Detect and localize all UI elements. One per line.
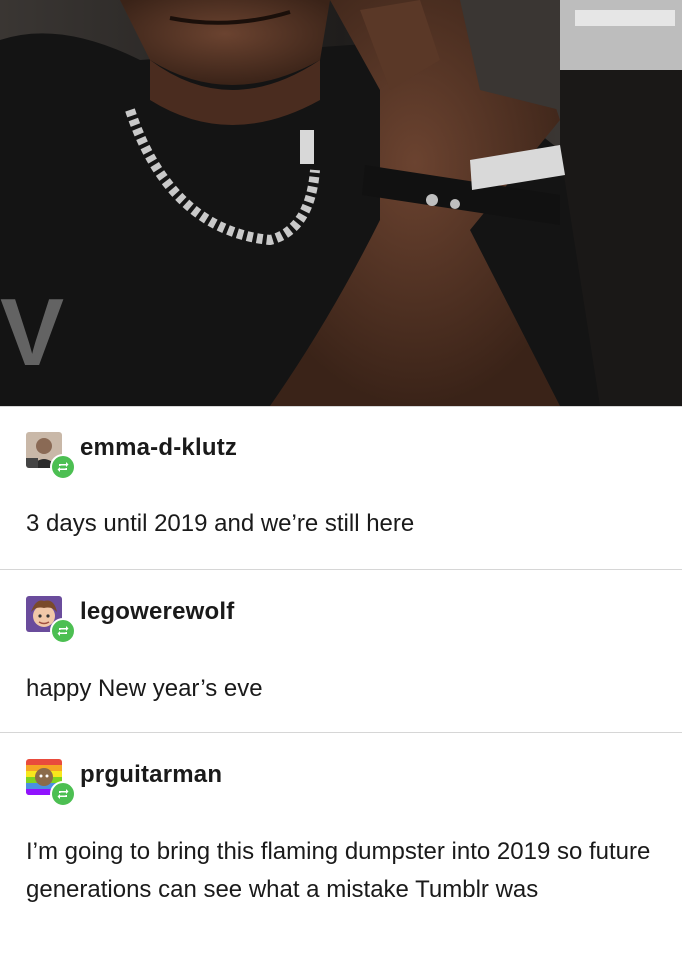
reblog-icon — [50, 781, 76, 807]
username[interactable]: prguitarman — [80, 761, 222, 789]
post-text: happy New year’s eve — [26, 675, 263, 702]
reblog-icon — [50, 454, 76, 480]
avatar[interactable] — [26, 759, 76, 807]
divider — [0, 732, 682, 733]
divider — [0, 406, 682, 407]
post-header-1: emma-d-klutz — [26, 432, 237, 480]
watermark-letter: V — [0, 279, 64, 386]
reblog-icon — [50, 618, 76, 644]
username[interactable]: legowerewolf — [80, 598, 234, 626]
post-header-2: legowerewolf — [26, 596, 234, 644]
post-photo: V — [0, 0, 682, 406]
username[interactable]: emma-d-klutz — [80, 434, 237, 462]
post-text: I’m going to bring this flaming dumpster… — [26, 838, 651, 903]
divider — [0, 569, 682, 570]
avatar[interactable] — [26, 432, 76, 480]
avatar[interactable] — [26, 596, 76, 644]
post-text: 3 days until 2019 and we’re still here — [26, 510, 415, 537]
post-header-3: prguitarman — [26, 759, 222, 807]
photo-image: V — [0, 0, 682, 406]
